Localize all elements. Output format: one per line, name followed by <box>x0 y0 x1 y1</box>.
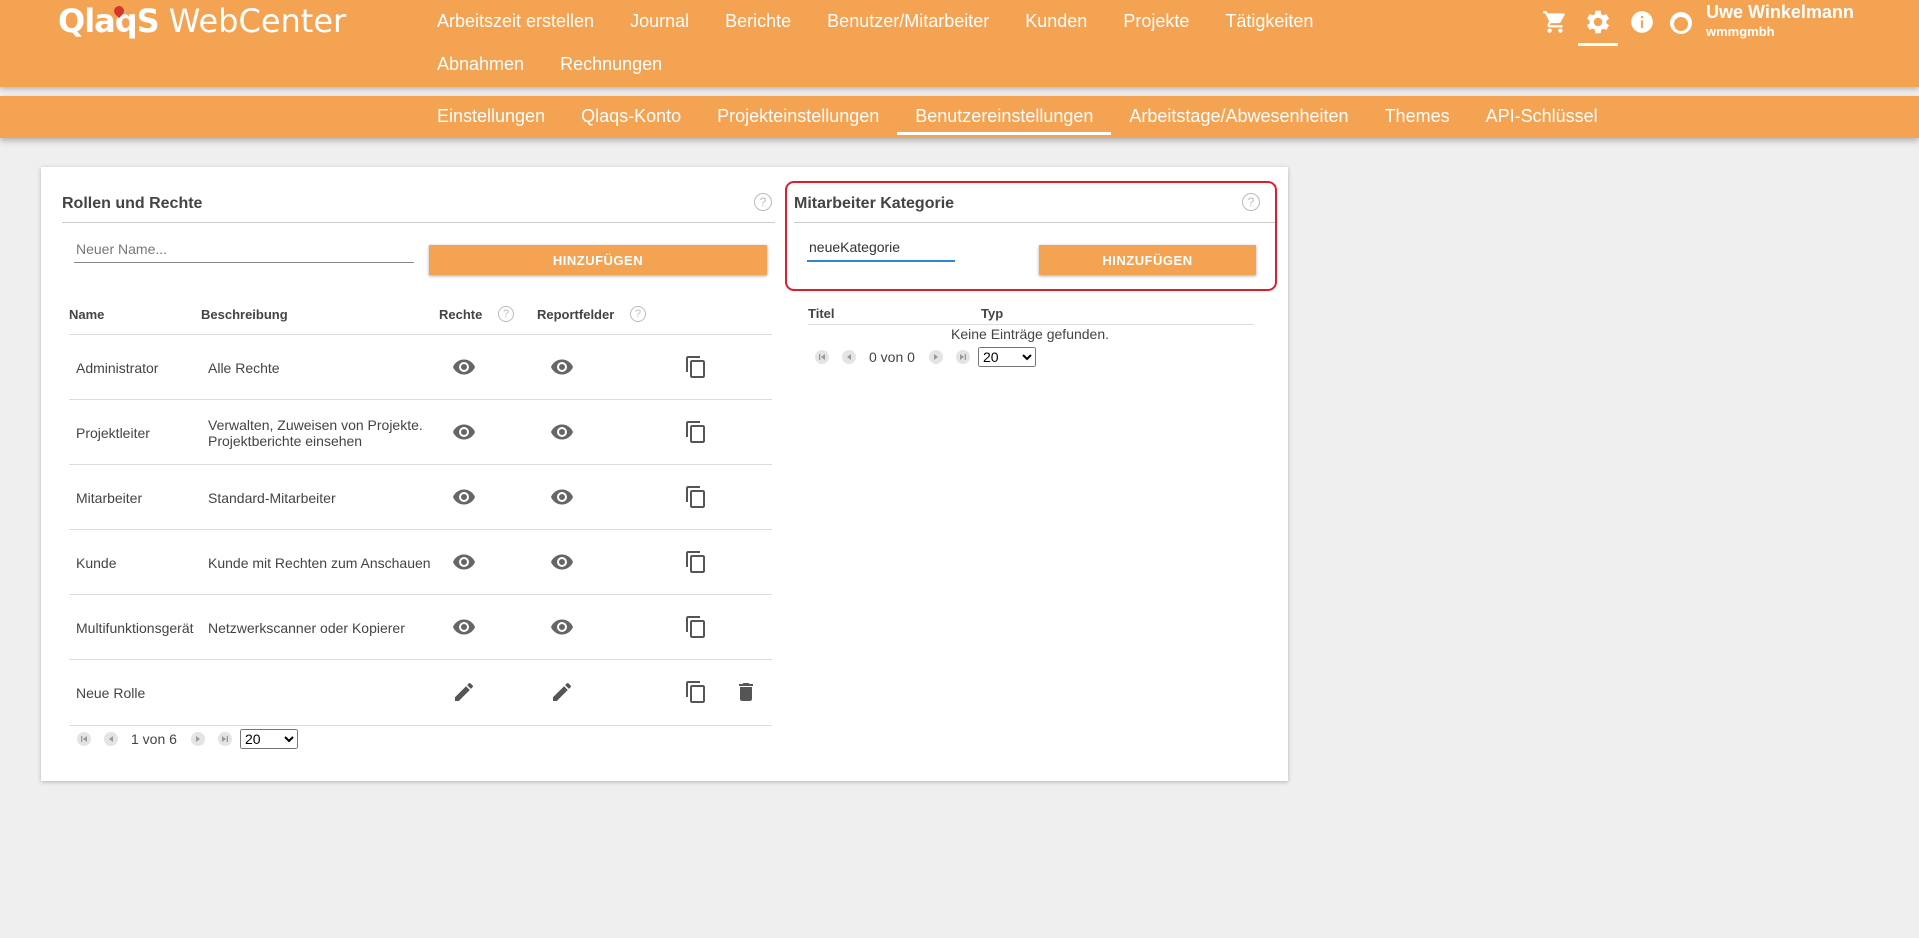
nav-rechnungen[interactable]: Rechnungen <box>542 43 680 86</box>
delete-trash-icon[interactable] <box>734 680 758 704</box>
previous-page-icon[interactable] <box>104 732 118 746</box>
roles-page-size-select[interactable]: 20 <box>239 729 298 749</box>
col-header-description: Beschreibung <box>201 307 288 322</box>
roles-help-icon[interactable]: ? <box>754 193 772 211</box>
tab-api-schluessel[interactable]: API-Schlüssel <box>1468 96 1616 136</box>
next-page-icon[interactable] <box>928 350 943 364</box>
user-company: wmmgmbh <box>1706 24 1775 39</box>
table-row[interactable]: Kunde Kunde mit Rechten zum Anschauen <box>69 529 772 595</box>
view-rights-eye-icon[interactable] <box>452 420 476 444</box>
last-page-icon[interactable] <box>955 350 970 364</box>
add-role-button[interactable]: HINZUFÜGEN <box>429 245 767 275</box>
roles-panel-title: Rollen und Rechte <box>62 195 203 212</box>
role-description: Standard-Mitarbeiter <box>208 489 336 506</box>
tab-einstellungen[interactable]: Einstellungen <box>419 96 563 136</box>
info-button[interactable] <box>1624 6 1660 38</box>
user-avatar-icon <box>1670 12 1692 34</box>
col-header-report-fields: Reportfelder <box>537 307 615 322</box>
copy-icon[interactable] <box>684 680 708 704</box>
view-report-fields-eye-icon[interactable] <box>550 615 574 639</box>
edit-report-fields-pencil-icon[interactable] <box>550 680 574 704</box>
tab-themes[interactable]: Themes <box>1367 96 1468 136</box>
main-nav: Arbeitszeit erstellen Journal Berichte B… <box>419 0 1379 86</box>
copy-icon[interactable] <box>684 420 708 444</box>
tab-projekteinstellungen[interactable]: Projekteinstellungen <box>699 96 897 136</box>
category-page-size-select[interactable]: 20 <box>977 347 1036 367</box>
nav-kunden[interactable]: Kunden <box>1007 0 1105 43</box>
copy-icon[interactable] <box>684 615 708 639</box>
view-rights-eye-icon[interactable] <box>452 485 476 509</box>
nav-journal[interactable]: Journal <box>612 0 707 43</box>
role-description: Alle Rechte <box>208 359 280 376</box>
nav-benutzer-mitarbeiter[interactable]: Benutzer/Mitarbeiter <box>809 0 1007 43</box>
role-name: Multifunktionsgerät <box>76 619 194 636</box>
roles-title-divider <box>62 222 775 223</box>
copy-icon[interactable] <box>684 355 708 379</box>
nav-berichte[interactable]: Berichte <box>707 0 809 43</box>
col-header-type: Typ <box>981 306 1004 321</box>
top-navigation-bar: QlaqS WebCenter Arbeitszeit erstellen Jo… <box>0 0 1919 87</box>
tab-qlaqs-konto[interactable]: Qlaqs-Konto <box>563 96 699 136</box>
last-page-icon[interactable] <box>217 732 232 746</box>
copy-icon[interactable] <box>684 550 708 574</box>
role-name: Kunde <box>76 554 117 571</box>
roles-pagination: 1 von 6 20 <box>77 729 298 749</box>
tab-benutzereinstellungen[interactable]: Benutzereinstellungen <box>897 96 1112 136</box>
table-row[interactable]: Multifunktionsgerät Netzwerkscanner oder… <box>69 594 772 660</box>
view-report-fields-eye-icon[interactable] <box>550 485 574 509</box>
role-description: Netzwerkscanner oder Kopierer <box>208 619 405 636</box>
nav-taetigkeiten[interactable]: Tätigkeiten <box>1207 0 1331 43</box>
first-page-icon[interactable] <box>815 350 829 364</box>
role-name: Mitarbeiter <box>76 489 143 506</box>
settings-button[interactable] <box>1578 6 1618 46</box>
rights-help-icon[interactable]: ? <box>498 306 514 322</box>
cart-button[interactable] <box>1537 6 1573 38</box>
empty-state-text: Keine Einträge gefunden. <box>951 326 1110 342</box>
view-rights-eye-icon[interactable] <box>452 355 476 379</box>
table-row[interactable]: Projektleiter Verwalten, Zuweisen von Pr… <box>69 399 772 465</box>
logo-mark: QlaqS <box>58 2 160 40</box>
nav-projekte[interactable]: Projekte <box>1105 0 1207 43</box>
previous-page-icon[interactable] <box>842 350 856 364</box>
edit-rights-pencil-icon[interactable] <box>452 680 476 704</box>
logo-text: WebCenter <box>168 2 347 40</box>
role-description: Kunde mit Rechten zum Anschauen <box>208 554 431 571</box>
nav-arbeitszeit-erstellen[interactable]: Arbeitszeit erstellen <box>419 0 612 43</box>
next-page-icon[interactable] <box>190 732 205 746</box>
table-row[interactable]: Administrator Alle Rechte <box>69 334 772 400</box>
table-row[interactable]: Neue Rolle <box>69 659 772 726</box>
role-name: Administrator <box>76 359 159 376</box>
col-header-rights: Rechte <box>439 307 483 322</box>
tab-arbeitstage-abwesenheiten[interactable]: Arbeitstage/Abwesenheiten <box>1111 96 1366 136</box>
role-description: Verwalten, Zuweisen von Projekte. Projek… <box>208 416 423 449</box>
col-header-title: Titel <box>808 306 835 321</box>
report-fields-help-icon[interactable]: ? <box>630 306 646 322</box>
highlight-box <box>785 181 1277 291</box>
roles-page-info: 1 von 6 <box>131 731 177 747</box>
settings-sub-navigation: Einstellungen Qlaqs-Konto Projekteinstel… <box>0 96 1919 138</box>
role-description <box>208 660 438 725</box>
first-page-icon[interactable] <box>77 732 91 746</box>
view-report-fields-eye-icon[interactable] <box>550 355 574 379</box>
app-logo[interactable]: QlaqS WebCenter <box>58 2 346 42</box>
new-role-name-input[interactable] <box>74 236 414 263</box>
gear-icon <box>1587 10 1609 34</box>
view-rights-eye-icon[interactable] <box>452 615 476 639</box>
table-row[interactable]: Mitarbeiter Standard-Mitarbeiter <box>69 464 772 530</box>
copy-icon[interactable] <box>684 485 708 509</box>
user-name: Uwe Winkelmann <box>1706 2 1854 22</box>
info-icon <box>1631 11 1653 33</box>
view-report-fields-eye-icon[interactable] <box>550 550 574 574</box>
role-name: Neue Rolle <box>76 684 146 701</box>
category-table-header-line <box>808 324 1254 325</box>
role-name: Projektleiter <box>76 424 150 441</box>
view-report-fields-eye-icon[interactable] <box>550 420 574 444</box>
view-rights-eye-icon[interactable] <box>452 550 476 574</box>
cart-icon <box>1543 11 1565 33</box>
sub-nav: Einstellungen Qlaqs-Konto Projekteinstel… <box>419 96 1616 136</box>
col-header-name: Name <box>69 307 105 322</box>
category-pagination: 0 von 0 20 <box>815 347 1036 367</box>
nav-abnahmen[interactable]: Abnahmen <box>419 43 542 86</box>
category-page-info: 0 von 0 <box>869 349 915 365</box>
